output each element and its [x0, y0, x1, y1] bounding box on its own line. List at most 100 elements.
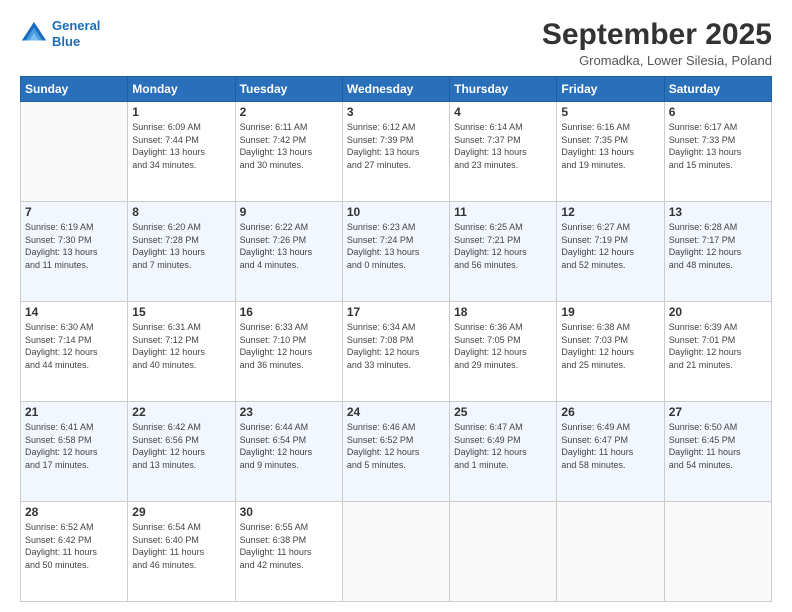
- header: General Blue September 2025 Gromadka, Lo…: [20, 18, 772, 68]
- calendar-header-row: SundayMondayTuesdayWednesdayThursdayFrid…: [21, 77, 772, 102]
- calendar-cell: [557, 502, 664, 602]
- day-info: Sunrise: 6:54 AMSunset: 6:40 PMDaylight:…: [132, 521, 230, 571]
- day-info: Sunrise: 6:27 AMSunset: 7:19 PMDaylight:…: [561, 221, 659, 271]
- calendar-cell: 16 Sunrise: 6:33 AMSunset: 7:10 PMDayligh…: [235, 302, 342, 402]
- calendar-cell: 18 Sunrise: 6:36 AMSunset: 7:05 PMDayligh…: [450, 302, 557, 402]
- calendar-cell: 28 Sunrise: 6:52 AMSunset: 6:42 PMDayligh…: [21, 502, 128, 602]
- day-number: 14: [25, 305, 123, 319]
- calendar-cell: 8 Sunrise: 6:20 AMSunset: 7:28 PMDaylight…: [128, 202, 235, 302]
- day-info: Sunrise: 6:39 AMSunset: 7:01 PMDaylight:…: [669, 321, 767, 371]
- calendar-cell: 25 Sunrise: 6:47 AMSunset: 6:49 PMDayligh…: [450, 402, 557, 502]
- day-number: 19: [561, 305, 659, 319]
- day-number: 10: [347, 205, 445, 219]
- calendar-week-row: 7 Sunrise: 6:19 AMSunset: 7:30 PMDaylight…: [21, 202, 772, 302]
- day-number: 16: [240, 305, 338, 319]
- logo-icon: [20, 20, 48, 48]
- day-header-monday: Monday: [128, 77, 235, 102]
- calendar-table: SundayMondayTuesdayWednesdayThursdayFrid…: [20, 76, 772, 602]
- day-info: Sunrise: 6:46 AMSunset: 6:52 PMDaylight:…: [347, 421, 445, 471]
- calendar-cell: 10Sunrise: 6:23 AMSunset: 7:24 PMDayligh…: [342, 202, 449, 302]
- day-number: 5: [561, 105, 659, 119]
- day-number: 27: [669, 405, 767, 419]
- calendar-cell: 22Sunrise: 6:42 AMSunset: 6:56 PMDayligh…: [128, 402, 235, 502]
- calendar-cell: [664, 502, 771, 602]
- title-block: September 2025 Gromadka, Lower Silesia, …: [542, 18, 772, 68]
- calendar-cell: 19 Sunrise: 6:38 AMSunset: 7:03 PMDayligh…: [557, 302, 664, 402]
- day-info: Sunrise: 6:30 AMSunset: 7:14 PMDaylight:…: [25, 321, 123, 371]
- calendar-week-row: 14 Sunrise: 6:30 AMSunset: 7:14 PMDayligh…: [21, 302, 772, 402]
- calendar-cell: 26Sunrise: 6:49 AMSunset: 6:47 PMDayligh…: [557, 402, 664, 502]
- calendar-cell: [342, 502, 449, 602]
- calendar-cell: 24 Sunrise: 6:46 AMSunset: 6:52 PMDayligh…: [342, 402, 449, 502]
- calendar-cell: [21, 102, 128, 202]
- day-info: Sunrise: 6:50 AMSunset: 6:45 PMDaylight:…: [669, 421, 767, 471]
- calendar-cell: 20 Sunrise: 6:39 AMSunset: 7:01 PMDayligh…: [664, 302, 771, 402]
- calendar-cell: 6Sunrise: 6:17 AMSunset: 7:33 PMDaylight…: [664, 102, 771, 202]
- day-number: 9: [240, 205, 338, 219]
- calendar-cell: [450, 502, 557, 602]
- day-header-sunday: Sunday: [21, 77, 128, 102]
- calendar-cell: 23 Sunrise: 6:44 AMSunset: 6:54 PMDayligh…: [235, 402, 342, 502]
- day-number: 8: [132, 205, 230, 219]
- day-number: 18: [454, 305, 552, 319]
- calendar-cell: 17Sunrise: 6:34 AMSunset: 7:08 PMDayligh…: [342, 302, 449, 402]
- day-info: Sunrise: 6:17 AMSunset: 7:33 PMDaylight:…: [669, 121, 767, 171]
- calendar-cell: 4Sunrise: 6:14 AMSunset: 7:37 PMDaylight…: [450, 102, 557, 202]
- day-number: 2: [240, 105, 338, 119]
- page: General Blue September 2025 Gromadka, Lo…: [0, 0, 792, 612]
- day-info: Sunrise: 6:25 AMSunset: 7:21 PMDaylight:…: [454, 221, 552, 271]
- day-number: 28: [25, 505, 123, 519]
- calendar-cell: 11 Sunrise: 6:25 AMSunset: 7:21 PMDayligh…: [450, 202, 557, 302]
- logo-text: General Blue: [52, 18, 100, 49]
- day-number: 17: [347, 305, 445, 319]
- day-number: 7: [25, 205, 123, 219]
- day-info: Sunrise: 6:16 AMSunset: 7:35 PMDaylight:…: [561, 121, 659, 171]
- day-info: Sunrise: 6:12 AMSunset: 7:39 PMDaylight:…: [347, 121, 445, 171]
- calendar-cell: 30 Sunrise: 6:55 AMSunset: 6:38 PMDayligh…: [235, 502, 342, 602]
- calendar-cell: 3 Sunrise: 6:12 AMSunset: 7:39 PMDaylight…: [342, 102, 449, 202]
- calendar-cell: 12Sunrise: 6:27 AMSunset: 7:19 PMDayligh…: [557, 202, 664, 302]
- logo: General Blue: [20, 18, 100, 49]
- day-info: Sunrise: 6:41 AMSunset: 6:58 PMDaylight:…: [25, 421, 123, 471]
- calendar-cell: 9Sunrise: 6:22 AMSunset: 7:26 PMDaylight…: [235, 202, 342, 302]
- day-info: Sunrise: 6:20 AMSunset: 7:28 PMDaylight:…: [132, 221, 230, 271]
- day-number: 26: [561, 405, 659, 419]
- day-number: 24: [347, 405, 445, 419]
- day-header-saturday: Saturday: [664, 77, 771, 102]
- calendar-week-row: 28 Sunrise: 6:52 AMSunset: 6:42 PMDayligh…: [21, 502, 772, 602]
- day-number: 1: [132, 105, 230, 119]
- day-info: Sunrise: 6:44 AMSunset: 6:54 PMDaylight:…: [240, 421, 338, 471]
- day-info: Sunrise: 6:31 AMSunset: 7:12 PMDaylight:…: [132, 321, 230, 371]
- day-info: Sunrise: 6:11 AMSunset: 7:42 PMDaylight:…: [240, 121, 338, 171]
- day-info: Sunrise: 6:19 AMSunset: 7:30 PMDaylight:…: [25, 221, 123, 271]
- day-header-thursday: Thursday: [450, 77, 557, 102]
- day-number: 30: [240, 505, 338, 519]
- day-info: Sunrise: 6:55 AMSunset: 6:38 PMDaylight:…: [240, 521, 338, 571]
- day-info: Sunrise: 6:36 AMSunset: 7:05 PMDaylight:…: [454, 321, 552, 371]
- day-number: 23: [240, 405, 338, 419]
- calendar-cell: 21 Sunrise: 6:41 AMSunset: 6:58 PMDayligh…: [21, 402, 128, 502]
- month-title: September 2025: [542, 18, 772, 51]
- calendar-cell: 13 Sunrise: 6:28 AMSunset: 7:17 PMDayligh…: [664, 202, 771, 302]
- day-number: 22: [132, 405, 230, 419]
- day-info: Sunrise: 6:28 AMSunset: 7:17 PMDaylight:…: [669, 221, 767, 271]
- calendar-cell: 14 Sunrise: 6:30 AMSunset: 7:14 PMDayligh…: [21, 302, 128, 402]
- calendar-cell: 29 Sunrise: 6:54 AMSunset: 6:40 PMDayligh…: [128, 502, 235, 602]
- day-header-wednesday: Wednesday: [342, 77, 449, 102]
- subtitle: Gromadka, Lower Silesia, Poland: [542, 53, 772, 68]
- day-number: 29: [132, 505, 230, 519]
- calendar-cell: 2 Sunrise: 6:11 AMSunset: 7:42 PMDaylight…: [235, 102, 342, 202]
- day-info: Sunrise: 6:33 AMSunset: 7:10 PMDaylight:…: [240, 321, 338, 371]
- day-info: Sunrise: 6:38 AMSunset: 7:03 PMDaylight:…: [561, 321, 659, 371]
- day-number: 20: [669, 305, 767, 319]
- day-number: 3: [347, 105, 445, 119]
- calendar-week-row: 1Sunrise: 6:09 AMSunset: 7:44 PMDaylight…: [21, 102, 772, 202]
- day-info: Sunrise: 6:52 AMSunset: 6:42 PMDaylight:…: [25, 521, 123, 571]
- day-number: 11: [454, 205, 552, 219]
- calendar-cell: 7 Sunrise: 6:19 AMSunset: 7:30 PMDaylight…: [21, 202, 128, 302]
- day-info: Sunrise: 6:47 AMSunset: 6:49 PMDaylight:…: [454, 421, 552, 471]
- day-number: 13: [669, 205, 767, 219]
- day-number: 21: [25, 405, 123, 419]
- day-number: 25: [454, 405, 552, 419]
- day-info: Sunrise: 6:14 AMSunset: 7:37 PMDaylight:…: [454, 121, 552, 171]
